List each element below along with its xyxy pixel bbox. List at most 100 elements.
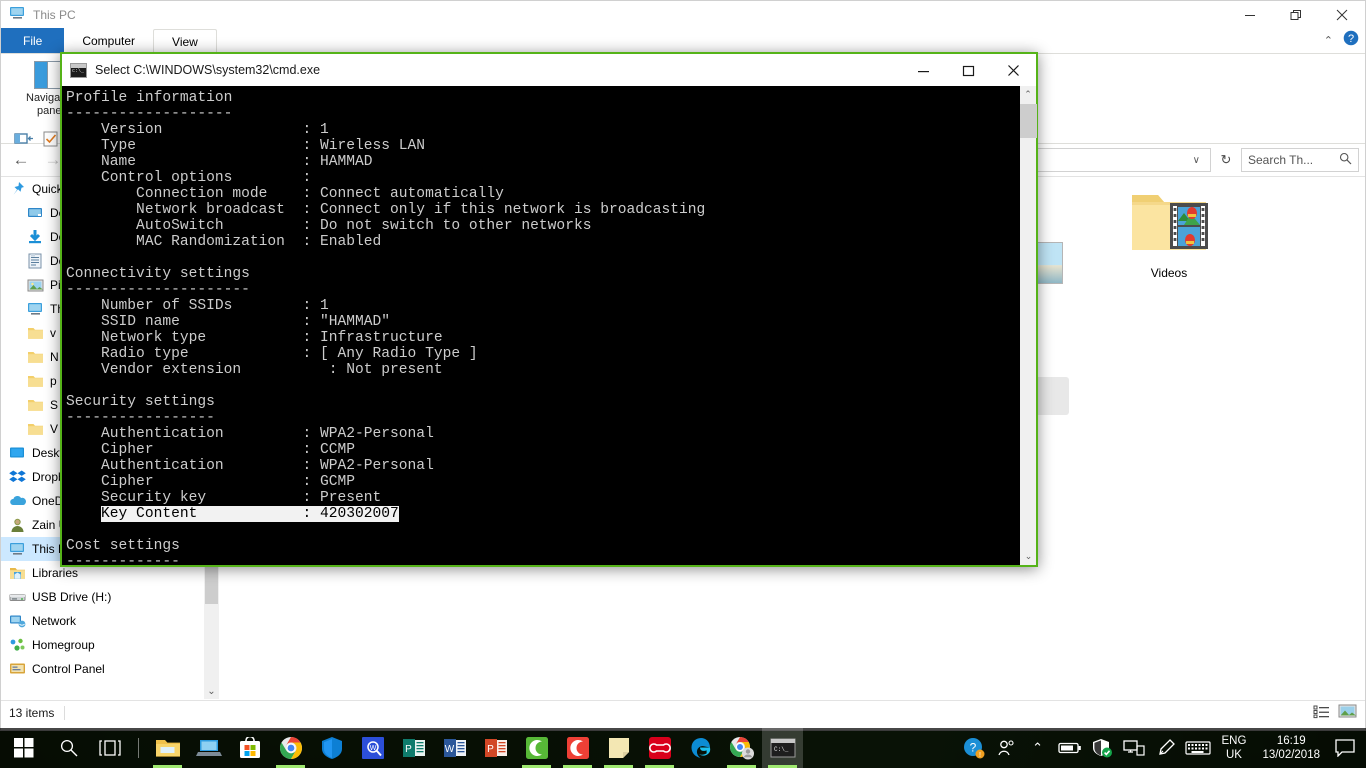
details-view-icon[interactable]: [1313, 704, 1330, 722]
tray-touch-keyboard-icon[interactable]: [1182, 728, 1214, 768]
large-icons-view-icon[interactable]: [1338, 703, 1357, 722]
preview-pane-icon[interactable]: [13, 130, 35, 150]
sidebar-item-usb-drive-h[interactable]: USB Drive (H:): [1, 585, 219, 609]
cmd-scrollbar[interactable]: ⌃ ⌄: [1019, 86, 1036, 565]
tray-clock[interactable]: 16:19 13/02/2018: [1254, 734, 1328, 762]
console-line: Cost settings: [66, 538, 1019, 554]
tab-file[interactable]: File: [1, 28, 64, 53]
tray-battery-icon[interactable]: [1054, 728, 1086, 768]
usb-drive-icon: [9, 589, 26, 605]
tab-view[interactable]: View: [153, 29, 217, 54]
taskbar-camtasia-recorder-icon[interactable]: [557, 728, 598, 768]
taskbar-chrome-profile-icon[interactable]: [721, 728, 762, 768]
network-icon: [9, 613, 26, 629]
svg-text:P: P: [405, 744, 412, 755]
taskbar-camtasia-icon[interactable]: [516, 728, 557, 768]
explorer-minimize-button[interactable]: [1227, 1, 1273, 29]
taskbar-remote-desktop-icon[interactable]: [188, 728, 229, 768]
console-line: Name : HAMMAD: [66, 154, 1019, 170]
taskbar-microsoft-store-icon[interactable]: [229, 728, 270, 768]
tray-help-icon[interactable]: ? !: [958, 728, 990, 768]
pictures-icon: [27, 277, 44, 293]
taskbar-ms-powerpoint-icon[interactable]: P: [475, 728, 516, 768]
folder-tile-videos[interactable]: Videos: [1117, 185, 1221, 280]
tab-computer[interactable]: Computer: [64, 28, 153, 53]
address-dropdown-icon[interactable]: ∨: [1193, 155, 1206, 166]
start-button[interactable]: [0, 728, 48, 768]
tray-chevron-up-icon[interactable]: ⌃: [1022, 728, 1054, 768]
taskbar-google-chrome-icon[interactable]: [270, 728, 311, 768]
cmd-title: Select C:\WINDOWS\system32\cmd.exe: [87, 63, 320, 77]
console-line: Type : Wireless LAN: [66, 138, 1019, 154]
sidebar-item-label: V: [50, 422, 58, 436]
tray-date: 13/02/2018: [1262, 749, 1320, 761]
action-center-icon[interactable]: [1328, 728, 1362, 768]
console-line: Authentication : WPA2-Personal: [66, 426, 1019, 442]
nav-scroll-down-arrow[interactable]: ⌄: [204, 686, 219, 697]
taskbar-ms-publisher-icon[interactable]: P: [393, 728, 434, 768]
help-icon[interactable]: ?: [1343, 30, 1359, 51]
thispc-icon: [9, 5, 26, 26]
refresh-icon[interactable]: ↻: [1215, 148, 1237, 172]
tray-pen-icon[interactable]: [1150, 728, 1182, 768]
explorer-title: This PC: [33, 8, 76, 22]
console-line: Control options :: [66, 170, 1019, 186]
cmd-close-button[interactable]: [991, 54, 1036, 86]
cmd-maximize-button[interactable]: [946, 54, 991, 86]
taskbar-adobe-creative-cloud-icon[interactable]: [639, 728, 680, 768]
sidebar-item-network[interactable]: Network: [1, 609, 219, 633]
scrollbar-thumb[interactable]: [1020, 104, 1037, 138]
console-line: Profile information: [66, 90, 1019, 106]
taskbar-ms-word-icon[interactable]: W: [434, 728, 475, 768]
sidebar-item-label: v: [50, 326, 56, 340]
taskbar-microsoft-edge-icon[interactable]: [680, 728, 721, 768]
explorer-restore-button[interactable]: [1273, 1, 1319, 29]
status-item-count: 13 items: [9, 706, 54, 720]
console-line: Connectivity settings: [66, 266, 1019, 282]
sidebar-item-label: S: [50, 398, 58, 412]
svg-text:!: !: [979, 752, 981, 759]
folder-label-videos: Videos: [1117, 266, 1221, 280]
explorer-close-button[interactable]: [1319, 1, 1365, 29]
chevron-up-icon[interactable]: ⌃: [1324, 34, 1333, 47]
tray-language-indicator[interactable]: ENG UK: [1214, 734, 1255, 762]
tray-people-icon[interactable]: [990, 728, 1022, 768]
downloads-icon: [27, 229, 44, 245]
back-button[interactable]: ←: [7, 148, 35, 172]
tray-defender-shield-icon[interactable]: [1086, 728, 1118, 768]
status-divider: [64, 706, 65, 720]
cmd-output-area[interactable]: Profile information------------------- V…: [62, 86, 1019, 565]
documents-icon: [27, 253, 44, 269]
cmd-window: Select C:\WINDOWS\system32\cmd.exe Profi…: [60, 52, 1038, 567]
taskbar-sticky-notes-icon[interactable]: [598, 728, 639, 768]
explorer-window-controls: [1227, 1, 1365, 29]
nav-pane-label-line2: pane: [37, 105, 61, 117]
thispc-icon: [27, 301, 44, 317]
view-buttons: [1313, 703, 1357, 722]
videos-folder-icon: [1126, 246, 1212, 263]
taskbar-wondershare-icon[interactable]: W: [352, 728, 393, 768]
console-line: Vendor extension : Not present: [66, 362, 1019, 378]
sidebar-item-control-panel[interactable]: Control Panel: [1, 657, 219, 681]
tray-network-icon[interactable]: [1118, 728, 1150, 768]
taskbar-command-prompt-icon[interactable]: C:\_: [762, 728, 803, 768]
search-input[interactable]: Search Th...: [1241, 148, 1359, 172]
taskbar-file-explorer-icon[interactable]: [147, 728, 188, 768]
sidebar-item-homegroup[interactable]: Homegroup: [1, 633, 219, 657]
scroll-up-arrow[interactable]: ⌃: [1020, 86, 1036, 103]
thispc-icon: [9, 541, 26, 557]
sidebar-item-label: N: [50, 350, 59, 364]
folder-icon: [27, 325, 44, 341]
console-line: [66, 378, 1019, 394]
scroll-down-arrow[interactable]: ⌄: [1020, 548, 1037, 565]
homegroup-icon: [9, 637, 26, 653]
console-line: Version : 1: [66, 122, 1019, 138]
taskbar-windows-defender-icon[interactable]: [311, 728, 352, 768]
cmd-minimize-button[interactable]: [901, 54, 946, 86]
console-line: -----------------: [66, 410, 1019, 426]
taskbar-task-view-icon[interactable]: [89, 728, 130, 768]
console-line: [66, 522, 1019, 538]
console-line: Network broadcast : Connect only if this…: [66, 202, 1019, 218]
sidebar-item-label: Homegroup: [32, 638, 95, 652]
taskbar-search-icon[interactable]: [48, 728, 89, 768]
